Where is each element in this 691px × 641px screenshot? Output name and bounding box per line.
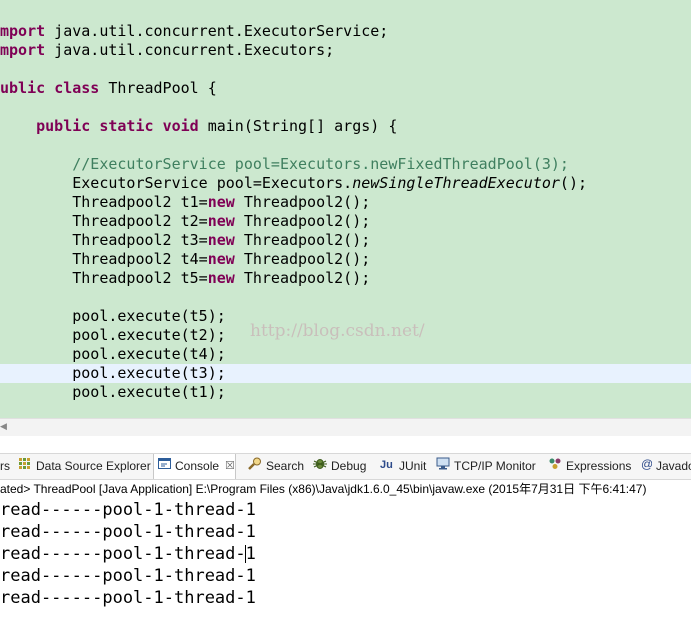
code-text: pool.execute(t5); (0, 307, 226, 325)
code-text: ThreadPool { (99, 79, 217, 97)
code-keyword: static (99, 117, 154, 135)
code-text: Threadpool2(); (234, 250, 371, 268)
code-line[interactable]: Threadpool2 t5=new Threadpool2(); (0, 269, 691, 288)
code-keyword: class (54, 79, 100, 97)
tab-junit[interactable]: Ju JUnit (380, 454, 426, 479)
code-line[interactable]: mport java.util.concurrent.Executors; (0, 41, 691, 60)
code-line[interactable]: pool.execute(t3); (0, 364, 691, 383)
tab-label: Data Source Explorer (36, 459, 151, 473)
code-line[interactable]: ublic class ThreadPool { (0, 79, 691, 98)
code-line[interactable]: pool.execute(t4); (0, 345, 691, 364)
code-line[interactable] (0, 288, 691, 307)
code-keyword: new (207, 212, 235, 230)
tab-expressions[interactable]: Expressions (548, 454, 631, 479)
code-keyword: public (36, 117, 91, 135)
tab-debug[interactable]: Debug (313, 454, 366, 479)
code-text: (); (559, 174, 588, 192)
code-text: Threadpool2 t4= (0, 250, 208, 268)
tab-javadoc[interactable]: @ Javado (640, 454, 691, 479)
code-text: pool.execute(t4); (0, 345, 226, 363)
close-tab-icon[interactable]: ☒ (225, 454, 235, 479)
code-text: Threadpool2(); (234, 231, 371, 249)
code-keyword: void (162, 117, 199, 135)
code-keyword: new (207, 269, 235, 287)
console-icon (158, 454, 171, 479)
code-line[interactable] (0, 98, 691, 117)
tab-label: Expressions (566, 459, 632, 473)
code-line[interactable]: Threadpool2 t1=new Threadpool2(); (0, 193, 691, 212)
bottom-panel-tabbar: rs Data Source Explorer Console ☒ Search Debu… (0, 453, 691, 480)
console-output-line: read------pool-1-thread-1 (0, 588, 256, 608)
code-line[interactable]: Threadpool2 t2=new Threadpool2(); (0, 212, 691, 231)
svg-text:@: @ (641, 457, 652, 470)
code-line[interactable]: public static void main(String[] args) { (0, 117, 691, 136)
console-output-line: read------pool-1-thread-1 (0, 500, 256, 520)
tab-search[interactable]: Search (248, 454, 304, 479)
tcpip-monitor-icon (436, 454, 450, 479)
code-text: java.util.concurrent.ExecutorService; (45, 22, 389, 40)
code-text: Threadpool2(); (234, 269, 371, 287)
code-text: pool.execute(t2); (0, 326, 226, 344)
code-line[interactable] (0, 136, 691, 155)
text-caret (245, 545, 246, 563)
console-output-line: read------pool-1-thread-1 (0, 522, 256, 542)
tab-label: Search (266, 459, 305, 473)
tab-label: rs (0, 459, 10, 473)
code-text: java.util.concurrent.Executors; (45, 41, 335, 59)
junit-icon: Ju (380, 454, 395, 479)
data-source-explorer-icon (18, 454, 32, 479)
code-text: Threadpool2 t1= (0, 193, 208, 211)
tab-label: Console (175, 459, 220, 473)
code-line[interactable]: mport java.util.concurrent.ExecutorServi… (0, 22, 691, 41)
tab-data-source-explorer[interactable]: Data Source Explorer (18, 454, 151, 479)
code-text: Threadpool2(); (234, 212, 371, 230)
expressions-icon (548, 454, 562, 479)
code-text: Threadpool2(); (234, 193, 371, 211)
code-text: pool.execute(t1); (0, 383, 226, 401)
code-line[interactable]: Threadpool2 t4=new Threadpool2(); (0, 250, 691, 269)
code-text: Threadpool2 t3= (0, 231, 208, 249)
javadoc-icon: @ (640, 454, 653, 479)
editor-horizontal-scrollbar[interactable]: ◀ (0, 418, 691, 436)
code-text: Threadpool2 t5= (0, 269, 208, 287)
tab-rs[interactable]: rs (0, 454, 10, 479)
code-line[interactable]: Threadpool2 t3=new Threadpool2(); (0, 231, 691, 250)
code-line[interactable]: pool.execute(t1); (0, 383, 691, 402)
console-output-line: read------pool-1-thread-1 (0, 566, 256, 586)
code-keyword: new (207, 250, 235, 268)
code-text: pool.execute(t3); (0, 364, 226, 382)
console-output-line: read------pool-1-thread-1 (0, 544, 256, 564)
tab-console[interactable]: Console ☒ (153, 454, 236, 479)
tab-label: JUnit (399, 459, 427, 473)
code-line[interactable]: //ExecutorService pool=Executors.newFixe… (0, 155, 691, 174)
tab-label: TCP/IP Monitor (454, 459, 536, 473)
tab-label: Javado (656, 459, 691, 473)
code-text: ExecutorService pool=Executors. (0, 174, 353, 192)
code-text: newSingleThreadExecutor (352, 174, 560, 192)
code-editor[interactable]: mport java.util.concurrent.ExecutorServi… (0, 0, 691, 418)
code-keyword: mport (0, 41, 46, 59)
code-line[interactable]: ExecutorService pool=Executors.newSingle… (0, 174, 691, 193)
svg-text:Ju: Ju (380, 459, 393, 470)
code-keyword: mport (0, 22, 46, 40)
scroll-left-arrow-icon[interactable]: ◀ (0, 419, 7, 436)
code-text: main(String[] args) { (198, 117, 398, 135)
tab-label: Debug (331, 459, 367, 473)
code-keyword: new (207, 231, 235, 249)
tab-tcpip-monitor[interactable]: TCP/IP Monitor (436, 454, 536, 479)
watermark-text: http://blog.csdn.net/ (250, 321, 425, 341)
code-line[interactable] (0, 60, 691, 79)
code-comment: //ExecutorService pool=Executors.newFixe… (72, 155, 569, 173)
code-keyword: new (207, 193, 235, 211)
code-keyword: ublic (0, 79, 46, 97)
code-text: Threadpool2 t2= (0, 212, 208, 230)
console-status-line: ated> ThreadPool [Java Application] E:\P… (0, 482, 647, 496)
search-icon (248, 454, 262, 479)
debug-icon (313, 454, 327, 479)
